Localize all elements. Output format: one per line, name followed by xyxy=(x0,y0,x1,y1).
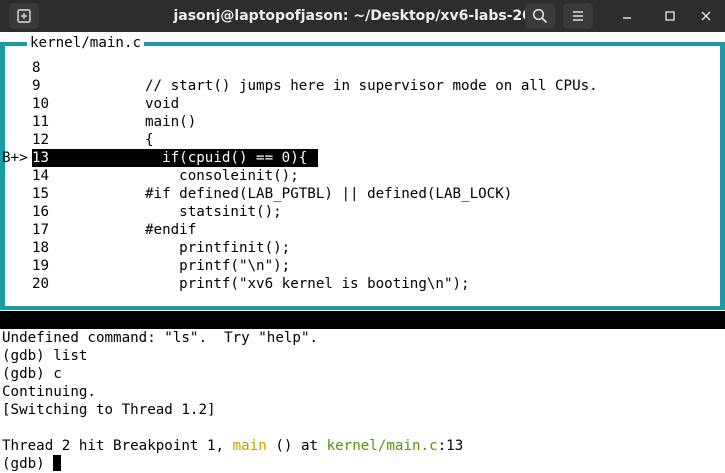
maximize-button[interactable] xyxy=(660,6,680,26)
source-code: if(cpuid() == 0){ xyxy=(145,150,308,166)
close-icon xyxy=(701,11,711,21)
line-number: 20 xyxy=(32,276,50,292)
line-number: 19 xyxy=(32,258,50,274)
line-number: 14 xyxy=(32,168,50,184)
current-line-indicator: L13 xyxy=(534,348,560,364)
menu-button[interactable] xyxy=(563,3,593,29)
line-number: 17 xyxy=(32,222,50,238)
breakpoint-hit-line: Thread 2 hit Breakpoint 1, main () at ke… xyxy=(2,437,463,455)
source-code: statsinit(); xyxy=(145,204,282,220)
line-number: 12 xyxy=(32,132,50,148)
line-number: 8 xyxy=(32,60,41,76)
source-code: { xyxy=(145,132,154,148)
line-number: 11 xyxy=(32,114,50,130)
file-path: kernel/main.c xyxy=(326,438,438,454)
source-code: printfinit(); xyxy=(145,240,291,256)
minimize-button[interactable] xyxy=(617,6,637,26)
hamburger-menu-icon xyxy=(573,11,583,21)
status-bar: remote Thread 1.2 In: main L13 PC: 0x800… xyxy=(0,311,725,382)
breakpoint-hit-text: () at xyxy=(266,438,327,454)
terminal-content[interactable]: kernel/main.c 8 9 // start() jumps here in… xyxy=(0,32,725,473)
source-code: consoleinit(); xyxy=(145,168,299,184)
console-line: (gdb) list xyxy=(2,348,88,364)
line-number: 10 xyxy=(32,96,50,112)
source-code: main() xyxy=(145,114,197,130)
line-suffix: :13 xyxy=(437,438,464,454)
line-number: 13 xyxy=(32,150,50,166)
maximize-icon xyxy=(665,11,675,21)
console-line: [Switching to Thread 1.2] xyxy=(2,402,216,418)
program-counter: PC: 0x80000ec6 xyxy=(585,366,705,382)
line-number: 15 xyxy=(32,186,50,202)
source-code: // start() jumps here in supervisor mode… xyxy=(145,78,598,94)
source-code: #if defined(LAB_PGTBL) || defined(LAB_LO… xyxy=(145,186,513,202)
text-cursor xyxy=(53,455,62,471)
line-number: 16 xyxy=(32,204,50,220)
gdb-prompt: (gdb) xyxy=(2,456,54,472)
minimize-icon xyxy=(623,17,631,19)
source-code: void xyxy=(145,96,180,112)
console-line: Continuing. xyxy=(2,384,96,400)
search-icon xyxy=(532,8,548,24)
source-code: #endif xyxy=(145,222,197,238)
console-line: (gdb) c xyxy=(2,366,62,382)
search-button[interactable] xyxy=(525,3,555,29)
source-code: printf("\n"); xyxy=(145,258,291,274)
prompt-line[interactable]: (gdb) xyxy=(2,455,463,473)
source-code: printf("xv6 kernel is booting\n"); xyxy=(145,276,470,292)
terminal-window: jasonj@laptopofjason: ~/Desktop/xv6-labs… xyxy=(0,0,725,473)
gdb-console[interactable]: Undefined command: "ls". Try "help". (gd… xyxy=(2,329,463,473)
console-line: Undefined command: "ls". Try "help". xyxy=(2,330,319,346)
function-name: main xyxy=(232,438,267,454)
source-window: kernel/main.c 8 9 // start() jumps here in… xyxy=(0,34,725,310)
line-number: 18 xyxy=(32,240,50,256)
line-number: 9 xyxy=(32,78,41,94)
source-file-title: kernel/main.c xyxy=(27,34,145,52)
close-button[interactable] xyxy=(696,6,716,26)
breakpoint-marker: B+> xyxy=(2,150,28,166)
title-bar: jasonj@laptopofjason: ~/Desktop/xv6-labs… xyxy=(0,0,725,32)
breakpoint-hit-text: Thread 2 hit Breakpoint 1, xyxy=(2,438,233,454)
